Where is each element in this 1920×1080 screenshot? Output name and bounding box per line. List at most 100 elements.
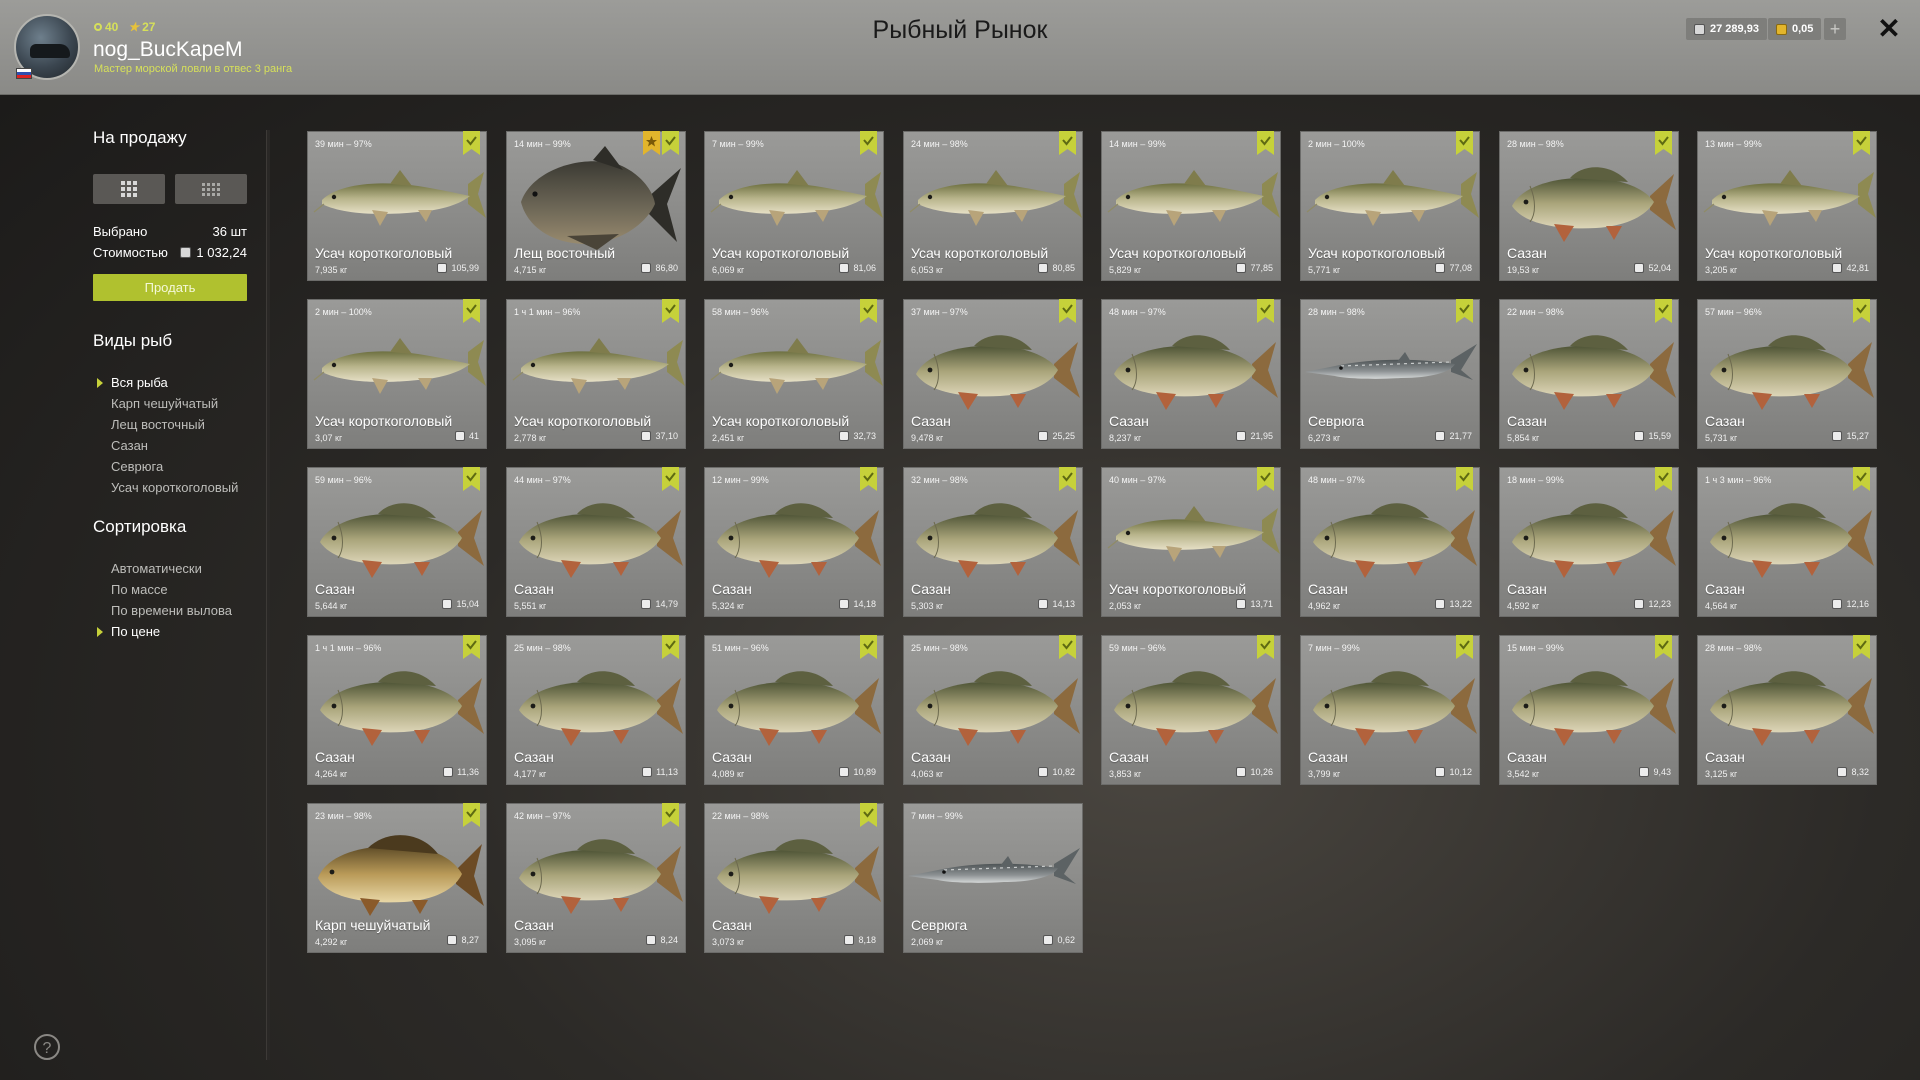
selected-bookmark-icon[interactable] <box>1853 635 1870 659</box>
fish-card[interactable]: 32 мин – 98% Сазан 5,303 кг 14,13 <box>903 467 1083 617</box>
selected-bookmark-icon[interactable] <box>1853 467 1870 491</box>
fish-card[interactable]: 48 мин – 97% Сазан 4,962 кг 13,22 <box>1300 467 1480 617</box>
selected-bookmark-icon[interactable] <box>1257 635 1274 659</box>
selected-bookmark-icon[interactable] <box>463 467 480 491</box>
sort-item[interactable]: По цене <box>97 624 160 639</box>
fish-card[interactable]: 7 мин – 99% Сазан 3,799 кг 10,12 <box>1300 635 1480 785</box>
selected-bookmark-icon[interactable] <box>463 635 480 659</box>
selected-bookmark-icon[interactable] <box>1456 131 1473 155</box>
add-currency-button[interactable]: + <box>1824 18 1846 40</box>
fish-card[interactable]: 25 мин – 98% Сазан 4,063 кг 10,82 <box>903 635 1083 785</box>
fish-card[interactable]: 1 ч 1 мин – 96% Усач короткоголовый 2,77… <box>506 299 686 449</box>
fish-card[interactable]: 1 ч 3 мин – 96% Сазан 4,564 кг 12,16 <box>1697 467 1877 617</box>
silver-coin-icon <box>447 935 458 945</box>
fish-card[interactable]: 7 мин – 99% Севрюга 2,069 кг 0,62 <box>903 803 1083 953</box>
species-item[interactable]: Севрюга <box>111 459 163 474</box>
selected-bookmark-icon[interactable] <box>662 131 679 155</box>
fish-card[interactable]: 22 мин – 98% Сазан 5,854 кг 15,59 <box>1499 299 1679 449</box>
fish-card[interactable]: 12 мин – 99% Сазан 5,324 кг 14,18 <box>704 467 884 617</box>
selected-bookmark-icon[interactable] <box>662 803 679 827</box>
fish-name: Сазан <box>1109 413 1149 429</box>
silver-coin-icon <box>1038 599 1049 609</box>
silver-coin-icon <box>454 431 465 441</box>
selected-bookmark-icon[interactable] <box>662 635 679 659</box>
fish-card[interactable]: 14 мин – 99% Лещ восточный 4,715 кг 86,8… <box>506 131 686 281</box>
fish-price-value: 77,85 <box>1250 263 1273 273</box>
species-item[interactable]: Сазан <box>111 438 148 453</box>
selected-bookmark-icon[interactable] <box>1257 131 1274 155</box>
selected-bookmark-icon[interactable] <box>1853 131 1870 155</box>
fish-card[interactable]: 7 мин – 99% Усач короткоголовый 6,069 кг… <box>704 131 884 281</box>
selected-bookmark-icon[interactable] <box>463 299 480 323</box>
fish-card[interactable]: 42 мин – 97% Сазан 3,095 кг 8,24 <box>506 803 686 953</box>
fish-card[interactable]: 28 мин – 98% Сазан 19,53 кг 52,04 <box>1499 131 1679 281</box>
fish-card[interactable]: 39 мин – 97% Усач короткоголовый 7,935 к… <box>307 131 487 281</box>
selected-bookmark-icon[interactable] <box>860 131 877 155</box>
sell-button[interactable]: Продать <box>93 274 247 301</box>
sort-item[interactable]: Автоматически <box>111 561 202 576</box>
selected-bookmark-icon[interactable] <box>1853 299 1870 323</box>
species-item[interactable]: Усач короткоголовый <box>111 480 238 495</box>
fish-card[interactable]: 2 мин – 100% Усач короткоголовый 5,771 к… <box>1300 131 1480 281</box>
fish-card[interactable]: 13 мин – 99% Усач короткоголовый 3,205 к… <box>1697 131 1877 281</box>
selected-bookmark-icon[interactable] <box>860 299 877 323</box>
fish-card[interactable]: 23 мин – 98% Карп чешуйчатый 4,292 кг 8,… <box>307 803 487 953</box>
selected-bookmark-icon[interactable] <box>662 467 679 491</box>
fish-card[interactable]: 28 мин – 98% Сазан 3,125 кг 8,32 <box>1697 635 1877 785</box>
fish-card[interactable]: 37 мин – 97% Сазан 9,478 кг 25,25 <box>903 299 1083 449</box>
species-item[interactable]: Вся рыба <box>97 375 168 390</box>
fish-card[interactable]: 51 мин – 96% Сазан 4,089 кг 10,89 <box>704 635 884 785</box>
selected-bookmark-icon[interactable] <box>1059 299 1076 323</box>
selected-bookmark-icon[interactable] <box>1257 299 1274 323</box>
selected-bookmark-icon[interactable] <box>1655 467 1672 491</box>
fish-card[interactable]: 24 мин – 98% Усач короткоголовый 6,053 к… <box>903 131 1083 281</box>
sort-item[interactable]: По времени вылова <box>111 603 232 618</box>
selected-bookmark-icon[interactable] <box>463 803 480 827</box>
species-item[interactable]: Карп чешуйчатый <box>111 396 218 411</box>
fish-name: Усач короткоголовый <box>315 245 453 261</box>
fish-card[interactable]: 22 мин – 98% Сазан 3,073 кг 8,18 <box>704 803 884 953</box>
level-indicator: 40 <box>94 20 118 34</box>
fish-card[interactable]: 59 мин – 96% Сазан 3,853 кг 10,26 <box>1101 635 1281 785</box>
small-grid-view-button[interactable] <box>175 174 247 204</box>
fish-card[interactable]: 18 мин – 99% Сазан 4,592 кг 12,23 <box>1499 467 1679 617</box>
selected-bookmark-icon[interactable] <box>860 635 877 659</box>
fish-card[interactable]: 58 мин – 96% Усач короткоголовый 2,451 к… <box>704 299 884 449</box>
selected-bookmark-icon[interactable] <box>1655 635 1672 659</box>
selected-bookmark-icon[interactable] <box>1655 131 1672 155</box>
fish-card[interactable]: 48 мин – 97% Сазан 8,237 кг 21,95 <box>1101 299 1281 449</box>
fish-image-wrap <box>1500 650 1680 758</box>
selected-bookmark-icon[interactable] <box>860 803 877 827</box>
selected-bookmark-icon[interactable] <box>1257 467 1274 491</box>
selected-bookmark-icon[interactable] <box>662 299 679 323</box>
fish-card[interactable]: 44 мин – 97% Сазан 5,551 кг 14,79 <box>506 467 686 617</box>
selected-bookmark-icon[interactable] <box>1655 299 1672 323</box>
fish-image-wrap <box>705 146 885 254</box>
species-item[interactable]: Лещ восточный <box>111 417 205 432</box>
fish-card[interactable]: 40 мин – 97% Усач короткоголовый 2,053 к… <box>1101 467 1281 617</box>
help-button[interactable]: ? <box>34 1034 60 1060</box>
fish-weight: 6,053 кг <box>911 265 944 275</box>
fish-card[interactable]: 57 мин – 96% Сазан 5,731 кг 15,27 <box>1697 299 1877 449</box>
fish-card[interactable]: 15 мин – 99% Сазан 3,542 кг 9,43 <box>1499 635 1679 785</box>
selected-bookmark-icon[interactable] <box>1059 467 1076 491</box>
fish-card[interactable]: 2 мин – 100% Усач короткоголовый 3,07 кг… <box>307 299 487 449</box>
fish-image-wrap <box>1102 314 1282 422</box>
selected-bookmark-icon[interactable] <box>1456 467 1473 491</box>
fish-card[interactable]: 59 мин – 96% Сазан 5,644 кг 15,04 <box>307 467 487 617</box>
silver-coin-icon <box>1832 263 1843 273</box>
sort-item[interactable]: По массе <box>111 582 168 597</box>
large-grid-view-button[interactable] <box>93 174 165 204</box>
fish-card[interactable]: 25 мин – 98% Сазан 4,177 кг 11,13 <box>506 635 686 785</box>
fish-card[interactable]: 14 мин – 99% Усач короткоголовый 5,829 к… <box>1101 131 1281 281</box>
selected-bookmark-icon[interactable] <box>1059 635 1076 659</box>
fish-card[interactable]: 1 ч 1 мин – 96% Сазан 4,264 кг 11,36 <box>307 635 487 785</box>
selected-bookmark-icon[interactable] <box>1456 635 1473 659</box>
fish-card[interactable]: 28 мин – 98% Севрюга 6,273 кг 21,77 <box>1300 299 1480 449</box>
fish-weight: 6,069 кг <box>712 265 745 275</box>
selected-bookmark-icon[interactable] <box>860 467 877 491</box>
close-button[interactable]: ✕ <box>1874 14 1904 44</box>
selected-bookmark-icon[interactable] <box>463 131 480 155</box>
selected-bookmark-icon[interactable] <box>1456 299 1473 323</box>
selected-bookmark-icon[interactable] <box>1059 131 1076 155</box>
